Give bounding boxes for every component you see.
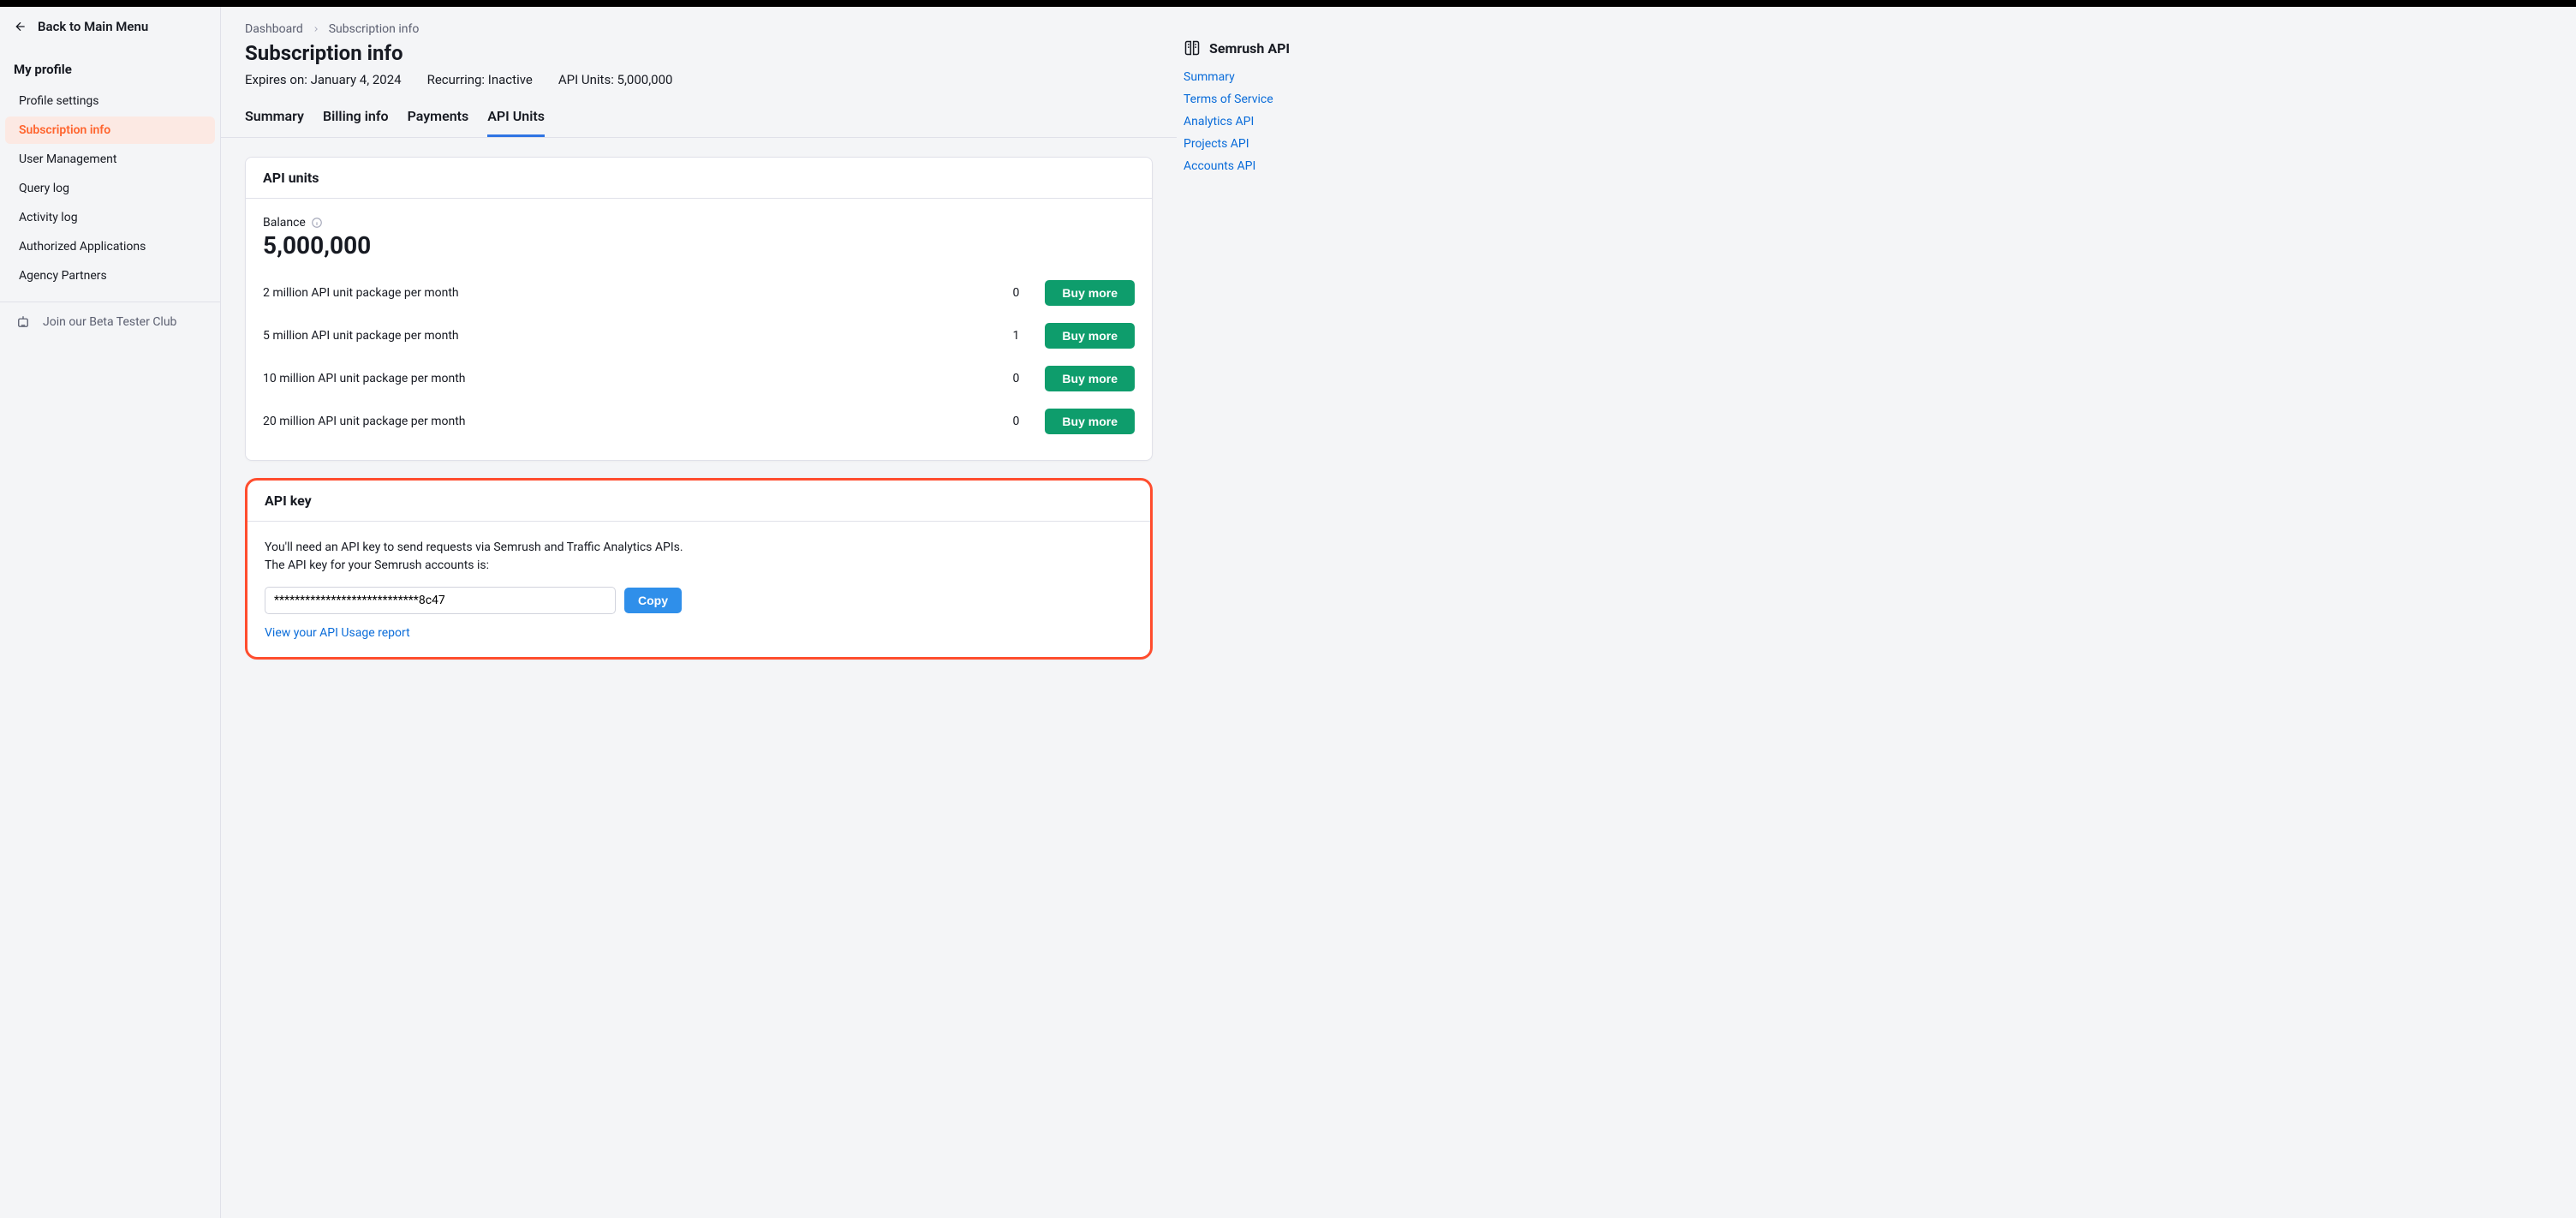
right-panel-title: Semrush API: [1209, 40, 1290, 57]
package-name: 10 million API unit package per month: [263, 372, 1002, 385]
right-link-analytics-api[interactable]: Analytics API: [1184, 115, 1254, 128]
tab-summary[interactable]: Summary: [245, 108, 304, 137]
buy-more-button[interactable]: Buy more: [1045, 366, 1135, 391]
balance-label: Balance: [263, 216, 306, 230]
api-key-card: API key You'll need an API key to send r…: [245, 478, 1153, 660]
package-row: 2 million API unit package per month 0 B…: [263, 272, 1135, 314]
arrow-left-icon: [14, 20, 27, 33]
sidebar-item-activity-log[interactable]: Activity log: [5, 204, 215, 231]
package-name: 2 million API unit package per month: [263, 286, 1002, 300]
package-count: 0: [1002, 415, 1045, 428]
beta-label: Join our Beta Tester Club: [43, 315, 176, 329]
breadcrumb: Dashboard Subscription info: [245, 22, 1153, 36]
right-link-accounts-api[interactable]: Accounts API: [1184, 159, 1255, 173]
robot-icon: [15, 314, 31, 330]
meta-api-units: API Units: 5,000,000: [558, 72, 673, 87]
sidebar-item-authorized-applications[interactable]: Authorized Applications: [5, 233, 215, 260]
api-key-desc-line1: You'll need an API key to send requests …: [265, 540, 683, 554]
buy-more-button[interactable]: Buy more: [1045, 409, 1135, 434]
copy-button[interactable]: Copy: [624, 588, 682, 613]
right-link-terms[interactable]: Terms of Service: [1184, 93, 1273, 106]
package-name: 5 million API unit package per month: [263, 329, 1002, 343]
tab-billing-info[interactable]: Billing info: [323, 108, 389, 137]
back-label: Back to Main Menu: [38, 19, 148, 34]
tab-payments[interactable]: Payments: [408, 108, 469, 137]
sidebar-item-user-management[interactable]: User Management: [5, 146, 215, 173]
api-key-card-title: API key: [247, 481, 1150, 522]
info-icon[interactable]: [311, 217, 323, 229]
api-key-desc-line2: The API key for your Semrush accounts is…: [265, 558, 489, 572]
breadcrumb-current: Subscription info: [329, 22, 420, 36]
api-units-card-title: API units: [246, 158, 1152, 199]
package-name: 20 million API unit package per month: [263, 415, 1002, 428]
package-count: 0: [1002, 372, 1045, 385]
right-link-summary[interactable]: Summary: [1184, 70, 1235, 84]
sidebar-section-title: My profile: [0, 46, 220, 86]
breadcrumb-dashboard[interactable]: Dashboard: [245, 22, 303, 36]
api-key-input[interactable]: [265, 587, 616, 614]
page-title: Subscription info: [245, 41, 1153, 65]
book-icon: [1184, 39, 1201, 57]
api-usage-report-link[interactable]: View your API Usage report: [265, 626, 410, 640]
api-units-card: API units Balance 5,000,000 2 million AP…: [245, 157, 1153, 461]
buy-more-button[interactable]: Buy more: [1045, 280, 1135, 306]
buy-more-button[interactable]: Buy more: [1045, 323, 1135, 349]
package-count: 1: [1002, 329, 1045, 343]
sidebar-item-query-log[interactable]: Query log: [5, 175, 215, 202]
package-row: 10 million API unit package per month 0 …: [263, 357, 1135, 400]
package-row: 20 million API unit package per month 0 …: [263, 400, 1135, 443]
sidebar-item-subscription-info[interactable]: Subscription info: [5, 116, 215, 144]
tab-api-units[interactable]: API Units: [487, 108, 545, 137]
chevron-right-icon: [312, 25, 320, 33]
meta-recurring: Recurring: Inactive: [427, 72, 533, 87]
right-link-projects-api[interactable]: Projects API: [1184, 137, 1249, 151]
package-row: 5 million API unit package per month 1 B…: [263, 314, 1135, 357]
sidebar-item-profile-settings[interactable]: Profile settings: [5, 87, 215, 115]
back-to-main-menu[interactable]: Back to Main Menu: [0, 7, 220, 46]
meta-expires: Expires on: January 4, 2024: [245, 72, 402, 87]
package-count: 0: [1002, 286, 1045, 300]
sidebar-item-agency-partners[interactable]: Agency Partners: [5, 262, 215, 290]
balance-value: 5,000,000: [263, 231, 1135, 260]
beta-tester-link[interactable]: Join our Beta Tester Club: [0, 302, 220, 342]
